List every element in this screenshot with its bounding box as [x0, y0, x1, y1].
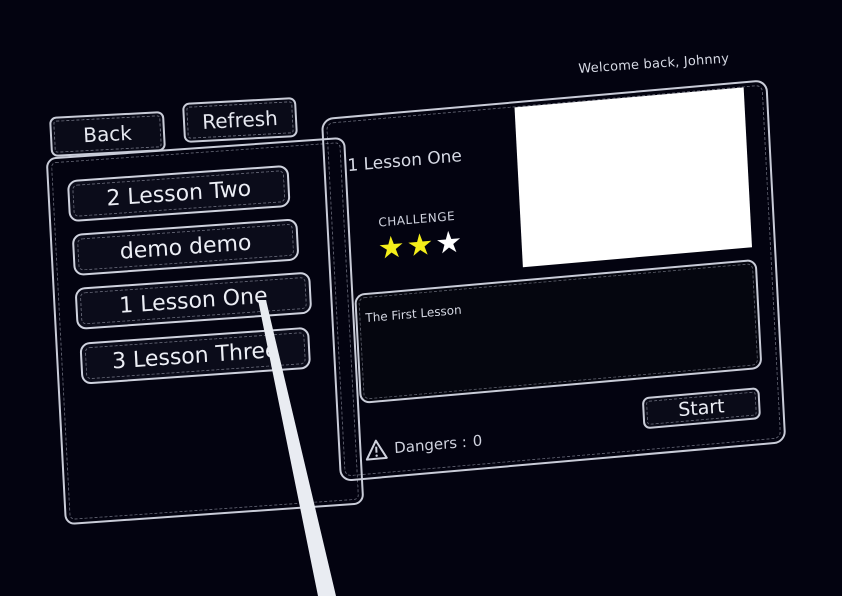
- vr-lesson-menu: Welcome back, Johnny Back Refresh 2 Less…: [0, 0, 842, 596]
- start-button[interactable]: Start: [641, 387, 762, 430]
- star-icon: ★: [405, 226, 435, 265]
- challenge-rating: ★ ★ ★: [376, 224, 464, 267]
- lesson-detail-panel: 1 Lesson One CHALLENGE ★ ★ ★ The First L…: [320, 79, 787, 482]
- lesson-list-item[interactable]: 3 Lesson Three: [79, 326, 312, 385]
- star-icon: ★: [434, 224, 464, 262]
- warning-icon: [365, 439, 388, 461]
- lesson-list-item-selected[interactable]: 1 Lesson One: [74, 271, 313, 330]
- lesson-description-box: The First Lesson: [354, 258, 763, 404]
- lesson-description: The First Lesson: [365, 302, 462, 326]
- lesson-list-item[interactable]: demo demo: [71, 218, 300, 277]
- dangers-indicator: Dangers : 0: [364, 429, 483, 461]
- lesson-title: 1 Lesson One: [346, 146, 463, 177]
- star-icon: ★: [376, 229, 406, 267]
- welcome-message: Welcome back, Johnny: [578, 51, 730, 77]
- dangers-count: 0: [472, 431, 483, 451]
- dangers-label: Dangers :: [393, 432, 468, 458]
- lesson-list-item[interactable]: 2 Lesson Two: [66, 164, 291, 223]
- refresh-button[interactable]: Refresh: [182, 97, 298, 143]
- lesson-list-panel: 2 Lesson Two demo demo 1 Lesson One 3 Le…: [45, 136, 365, 526]
- lesson-preview-image: [514, 87, 753, 268]
